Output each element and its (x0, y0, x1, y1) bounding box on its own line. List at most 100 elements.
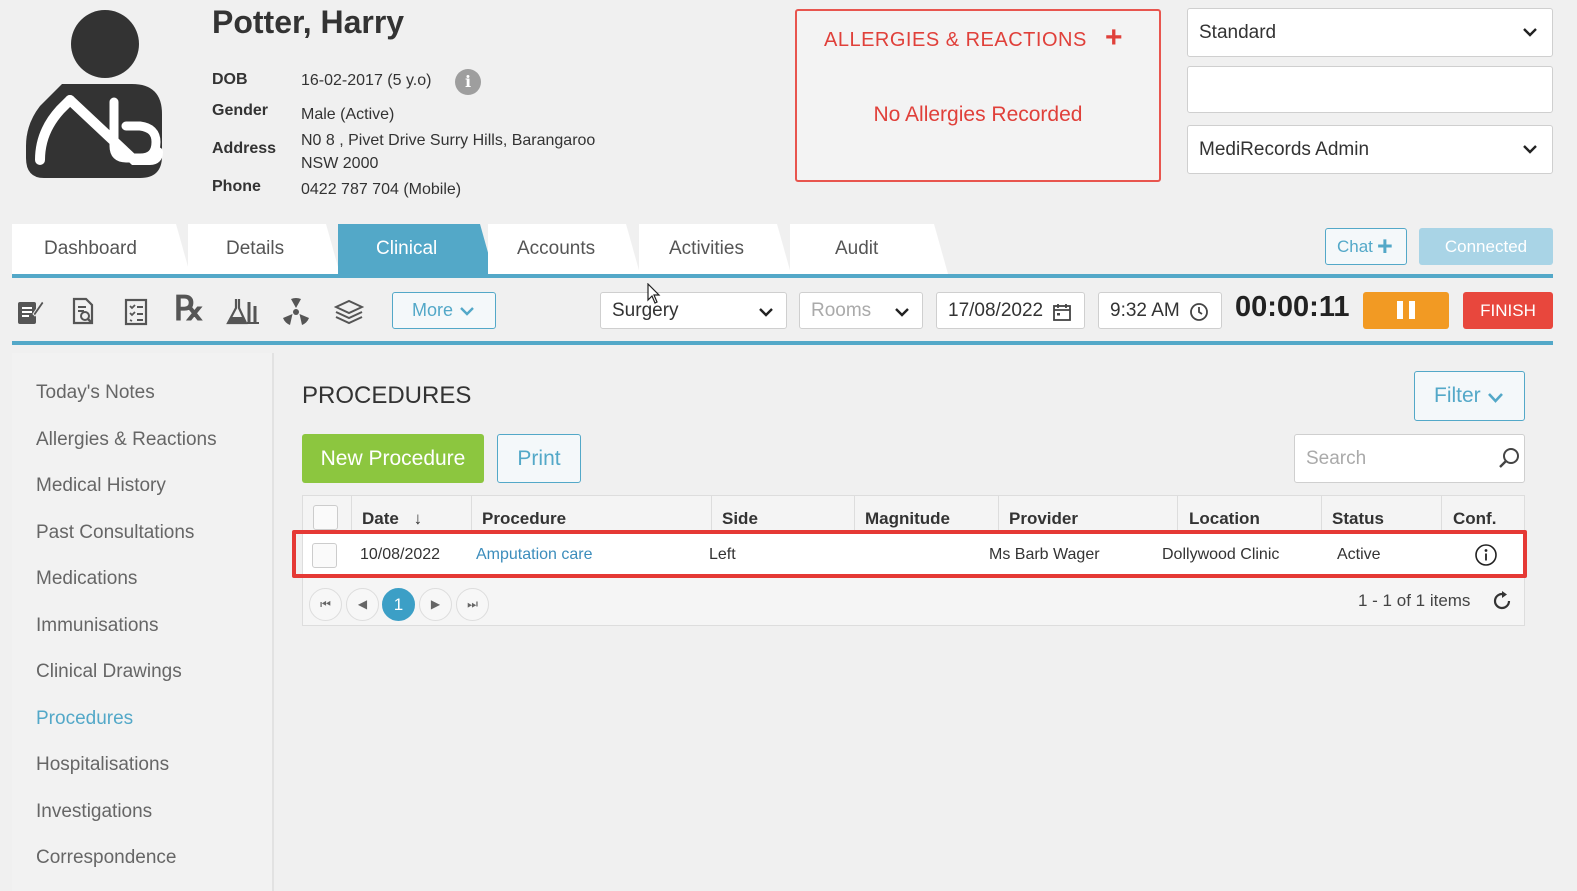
sidebar-item-medications[interactable]: Medications (36, 568, 137, 590)
tab-clinical[interactable]: Clinical (338, 224, 494, 274)
select-all-checkbox[interactable] (313, 505, 338, 530)
column-header-procedure[interactable]: Procedure (482, 509, 566, 529)
pager-next-button[interactable]: ▶ (419, 588, 452, 621)
tab-underline (12, 274, 1553, 278)
clock-icon[interactable] (1189, 302, 1209, 322)
chat-button[interactable]: Chat + (1325, 228, 1407, 265)
search-input[interactable] (1294, 434, 1525, 483)
patient-avatar-icon (26, 10, 163, 178)
document-search-icon[interactable] (68, 296, 98, 326)
table-header: Date ↓ Procedure Side Magnitude Provider… (303, 496, 1524, 534)
sidebar-item-clinical-drawings[interactable]: Clinical Drawings (36, 661, 182, 683)
pause-button[interactable] (1363, 292, 1449, 329)
refresh-icon[interactable] (1491, 590, 1513, 612)
print-button[interactable]: Print (497, 434, 581, 483)
clinical-sidenav: Today's Notes Allergies & Reactions Medi… (12, 353, 274, 891)
mouse-cursor-icon (647, 283, 661, 304)
checklist-icon[interactable] (121, 296, 151, 326)
prescription-icon[interactable]: ℞ (174, 292, 204, 326)
dob-label: DOB (212, 71, 248, 88)
sidebar-item-investigations[interactable]: Investigations (36, 801, 152, 823)
pager-last-button[interactable]: ⏭ (456, 588, 489, 621)
dob-value: 16-02-2017 (5 y.o) (301, 72, 432, 89)
row-status: Active (1337, 546, 1381, 563)
pager-first-button[interactable]: ⏮ (309, 588, 342, 621)
lab-flask-icon[interactable] (225, 296, 261, 326)
connection-status-button[interactable]: Connected (1419, 228, 1553, 265)
phone-value: 0422 787 704 (Mobile) (301, 181, 462, 198)
allergies-title: ALLERGIES & REACTIONS (824, 29, 1087, 51)
column-header-provider[interactable]: Provider (1009, 509, 1078, 529)
user-select-value: MediRecords Admin (1199, 139, 1370, 160)
chat-plus-icon: + (1377, 231, 1393, 261)
location-select-value: Surgery (612, 300, 679, 321)
user-select[interactable]: MediRecords Admin (1187, 125, 1553, 174)
rooms-select[interactable]: Rooms (799, 292, 923, 329)
finish-button[interactable]: FINISH (1463, 292, 1553, 329)
more-button[interactable]: More (392, 292, 496, 329)
layers-icon[interactable] (334, 296, 364, 326)
consult-timer: 00:00:11 (1235, 291, 1350, 323)
row-location: Dollywood Clinic (1162, 546, 1280, 563)
tab-details[interactable]: Details (188, 224, 340, 274)
age-info-icon[interactable]: i (455, 69, 481, 95)
sidebar-item-past-consultations[interactable]: Past Consultations (36, 522, 194, 544)
calendar-icon[interactable] (1052, 302, 1072, 322)
sidebar-item-hospitalisations[interactable]: Hospitalisations (36, 754, 169, 776)
sidebar-item-medical-history[interactable]: Medical History (36, 475, 166, 497)
mode-select-value: Standard (1199, 22, 1277, 43)
rooms-select-placeholder: Rooms (811, 300, 872, 321)
page-title: PROCEDURES (302, 382, 472, 409)
pager-page-1[interactable]: 1 (382, 588, 415, 621)
tab-audit[interactable]: Audit (790, 224, 948, 274)
table-row[interactable]: 10/08/2022 Amputation care Left Ms Barb … (303, 534, 1524, 577)
filter-button[interactable]: Filter (1414, 371, 1525, 421)
confidential-info-icon[interactable] (1474, 543, 1498, 567)
chat-button-label: Chat (1337, 237, 1373, 256)
radiology-icon[interactable] (281, 296, 311, 326)
sidebar-item-procedures[interactable]: Procedures (36, 708, 133, 730)
column-header-status[interactable]: Status (1332, 509, 1384, 529)
column-header-location[interactable]: Location (1189, 509, 1260, 529)
tab-dashboard[interactable]: Dashboard (12, 224, 190, 274)
column-header-side[interactable]: Side (722, 509, 758, 529)
date-value: 17/08/2022 (948, 300, 1044, 321)
sidebar-item-immunisations[interactable]: Immunisations (36, 615, 159, 637)
time-picker[interactable]: 9:32 AM (1098, 292, 1222, 329)
chevron-down-icon (759, 308, 773, 317)
pager-info: 1 - 1 of 1 items (1358, 591, 1471, 610)
blank-input-field[interactable] (1187, 66, 1553, 113)
new-procedure-button[interactable]: New Procedure (302, 434, 484, 483)
patient-name: Potter, Harry (212, 4, 405, 40)
date-picker[interactable]: 17/08/2022 (936, 292, 1085, 329)
column-header-conf[interactable]: Conf. (1453, 509, 1496, 529)
tab-activities[interactable]: Activities (639, 224, 791, 274)
tab-accounts[interactable]: Accounts (488, 224, 640, 274)
row-provider: Ms Barb Wager (989, 546, 1100, 563)
notes-icon[interactable] (15, 296, 45, 326)
sidebar-item-todays-notes[interactable]: Today's Notes (36, 382, 155, 404)
sidebar-item-correspondence[interactable]: Correspondence (36, 847, 176, 869)
add-allergy-icon[interactable]: + (1105, 23, 1123, 53)
location-select[interactable]: Surgery (600, 292, 787, 329)
address-line-1: N0 8 , Pivet Drive Surry Hills, Barangar… (301, 132, 596, 149)
column-header-magnitude[interactable]: Magnitude (865, 509, 950, 529)
phone-label: Phone (212, 178, 261, 195)
search-icon[interactable] (1497, 446, 1521, 470)
more-button-label: More (412, 300, 454, 320)
row-date: 10/08/2022 (360, 546, 441, 563)
pause-icon (1397, 301, 1403, 319)
toolbar-underline (12, 341, 1553, 345)
row-checkbox[interactable] (312, 543, 337, 568)
address-label: Address (212, 140, 277, 157)
chevron-down-icon (460, 307, 474, 316)
mode-select[interactable]: Standard (1187, 8, 1553, 57)
pause-icon (1409, 301, 1415, 319)
chevron-down-icon (1523, 28, 1537, 37)
pager-prev-button[interactable]: ◀ (346, 588, 379, 621)
row-procedure-link[interactable]: Amputation care (476, 546, 593, 564)
allergies-panel: ALLERGIES & REACTIONS + No Allergies Rec… (795, 9, 1161, 182)
chevron-down-icon (1523, 145, 1537, 154)
column-header-date[interactable]: Date ↓ (362, 509, 422, 529)
sidebar-item-allergies[interactable]: Allergies & Reactions (36, 429, 217, 451)
